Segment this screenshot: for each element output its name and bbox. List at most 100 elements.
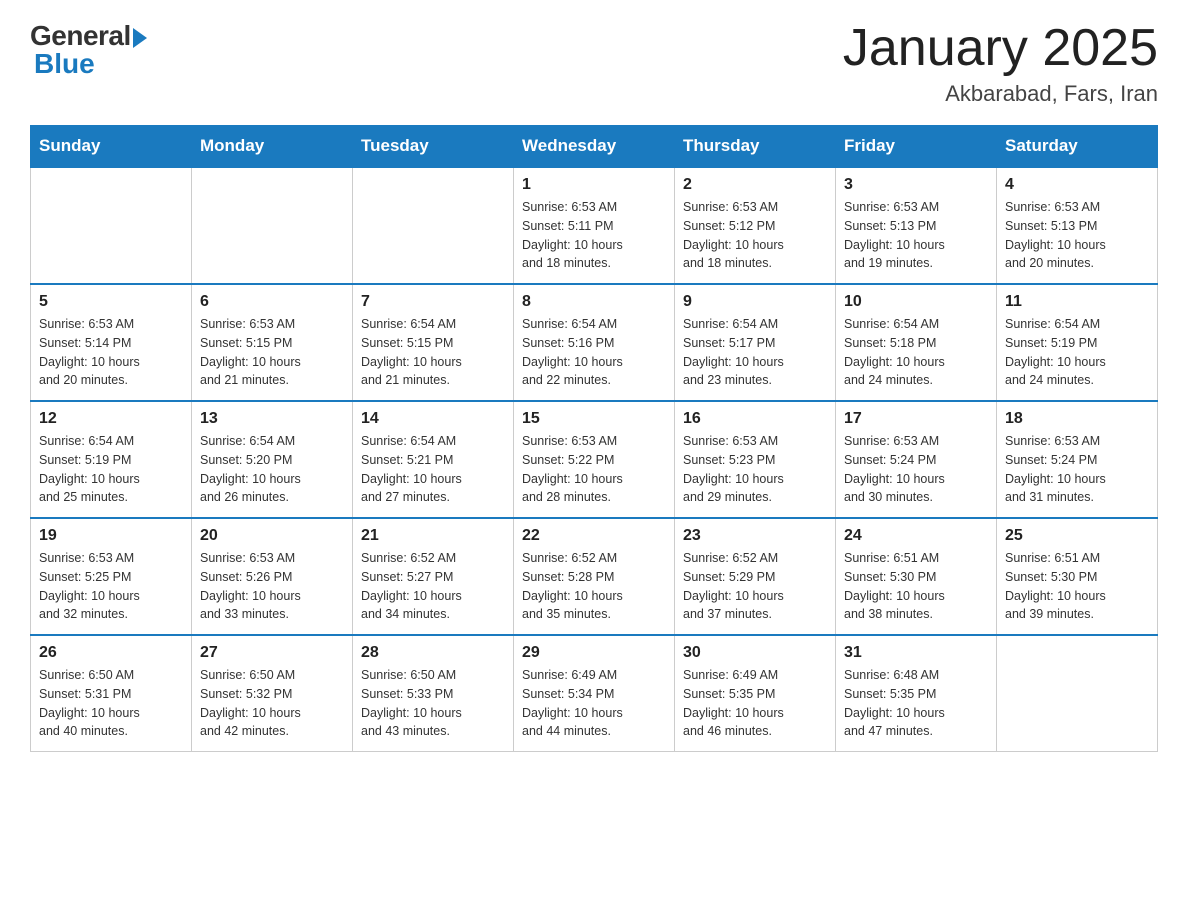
day-number: 2 [683,176,827,194]
calendar-cell: 2Sunrise: 6:53 AM Sunset: 5:12 PM Daylig… [675,167,836,284]
title-block: January 2025 Akbarabad, Fars, Iran [843,20,1158,107]
day-number: 4 [1005,176,1149,194]
week-row-5: 26Sunrise: 6:50 AM Sunset: 5:31 PM Dayli… [31,635,1158,752]
day-info: Sunrise: 6:54 AM Sunset: 5:21 PM Dayligh… [361,432,505,507]
logo-arrow-icon [133,28,147,48]
calendar-cell: 4 Sunrise: 6:53 AM Sunset: 5:13 PM Daylig… [997,167,1158,284]
day-number: 20 [200,527,344,545]
column-header-wednesday: Wednesday [514,126,675,168]
day-number: 6 [200,293,344,311]
day-number: 24 [844,527,988,545]
calendar-cell: 8Sunrise: 6:54 AM Sunset: 5:16 PM Daylig… [514,284,675,401]
calendar-cell: 12Sunrise: 6:54 AM Sunset: 5:19 PM Dayli… [31,401,192,518]
calendar-cell [997,635,1158,752]
day-info: Sunrise: 6:53 AM Sunset: 5:23 PM Dayligh… [683,432,827,507]
calendar-cell: 19 Sunrise: 6:53 AM Sunset: 5:25 PM Dayli… [31,518,192,635]
day-info: Sunrise: 6:54 AM Sunset: 5:19 PM Dayligh… [39,432,183,507]
calendar-cell: 9 Sunrise: 6:54 AM Sunset: 5:17 PM Daylig… [675,284,836,401]
day-number: 29 [522,644,666,662]
day-number: 28 [361,644,505,662]
day-number: 17 [844,410,988,428]
calendar-cell: 14 Sunrise: 6:54 AM Sunset: 5:21 PM Dayli… [353,401,514,518]
calendar-cell: 27 Sunrise: 6:50 AM Sunset: 5:32 PM Dayli… [192,635,353,752]
calendar-cell: 6 Sunrise: 6:53 AM Sunset: 5:15 PM Daylig… [192,284,353,401]
day-info: Sunrise: 6:52 AM Sunset: 5:28 PM Dayligh… [522,549,666,624]
calendar-cell: 24Sunrise: 6:51 AM Sunset: 5:30 PM Dayli… [836,518,997,635]
day-number: 27 [200,644,344,662]
calendar-cell: 30 Sunrise: 6:49 AM Sunset: 5:35 PM Dayli… [675,635,836,752]
calendar-cell: 1 Sunrise: 6:53 AM Sunset: 5:11 PM Daylig… [514,167,675,284]
location-text: Akbarabad, Fars, Iran [843,81,1158,107]
day-info: Sunrise: 6:50 AM Sunset: 5:33 PM Dayligh… [361,666,505,741]
day-number: 15 [522,410,666,428]
day-number: 30 [683,644,827,662]
calendar-cell: 29 Sunrise: 6:49 AM Sunset: 5:34 PM Dayli… [514,635,675,752]
day-number: 5 [39,293,183,311]
calendar-cell [31,167,192,284]
day-info: Sunrise: 6:49 AM Sunset: 5:35 PM Dayligh… [683,666,827,741]
calendar-cell: 15 Sunrise: 6:53 AM Sunset: 5:22 PM Dayli… [514,401,675,518]
day-number: 7 [361,293,505,311]
day-number: 21 [361,527,505,545]
day-info: Sunrise: 6:54 AM Sunset: 5:15 PM Dayligh… [361,315,505,390]
calendar-cell: 21 Sunrise: 6:52 AM Sunset: 5:27 PM Dayli… [353,518,514,635]
calendar-cell: 25 Sunrise: 6:51 AM Sunset: 5:30 PM Dayli… [997,518,1158,635]
logo-blue-text: Blue [34,48,95,80]
column-header-friday: Friday [836,126,997,168]
day-number: 31 [844,644,988,662]
day-number: 14 [361,410,505,428]
day-info: Sunrise: 6:53 AM Sunset: 5:26 PM Dayligh… [200,549,344,624]
calendar-cell: 26Sunrise: 6:50 AM Sunset: 5:31 PM Dayli… [31,635,192,752]
day-info: Sunrise: 6:54 AM Sunset: 5:17 PM Dayligh… [683,315,827,390]
calendar-cell: 7 Sunrise: 6:54 AM Sunset: 5:15 PM Daylig… [353,284,514,401]
calendar-cell: 31 Sunrise: 6:48 AM Sunset: 5:35 PM Dayli… [836,635,997,752]
day-number: 9 [683,293,827,311]
day-info: Sunrise: 6:53 AM Sunset: 5:13 PM Dayligh… [844,198,988,273]
day-number: 10 [844,293,988,311]
calendar-cell: 11Sunrise: 6:54 AM Sunset: 5:19 PM Dayli… [997,284,1158,401]
day-number: 13 [200,410,344,428]
calendar-cell: 5Sunrise: 6:53 AM Sunset: 5:14 PM Daylig… [31,284,192,401]
calendar-cell: 10Sunrise: 6:54 AM Sunset: 5:18 PM Dayli… [836,284,997,401]
calendar-header-row: SundayMondayTuesdayWednesdayThursdayFrid… [31,126,1158,168]
day-info: Sunrise: 6:49 AM Sunset: 5:34 PM Dayligh… [522,666,666,741]
calendar-table: SundayMondayTuesdayWednesdayThursdayFrid… [30,125,1158,752]
day-number: 8 [522,293,666,311]
day-info: Sunrise: 6:53 AM Sunset: 5:15 PM Dayligh… [200,315,344,390]
day-info: Sunrise: 6:51 AM Sunset: 5:30 PM Dayligh… [1005,549,1149,624]
day-info: Sunrise: 6:48 AM Sunset: 5:35 PM Dayligh… [844,666,988,741]
column-header-sunday: Sunday [31,126,192,168]
week-row-3: 12Sunrise: 6:54 AM Sunset: 5:19 PM Dayli… [31,401,1158,518]
day-info: Sunrise: 6:53 AM Sunset: 5:13 PM Dayligh… [1005,198,1149,273]
calendar-cell: 23 Sunrise: 6:52 AM Sunset: 5:29 PM Dayli… [675,518,836,635]
day-number: 23 [683,527,827,545]
day-info: Sunrise: 6:52 AM Sunset: 5:29 PM Dayligh… [683,549,827,624]
day-number: 26 [39,644,183,662]
week-row-2: 5Sunrise: 6:53 AM Sunset: 5:14 PM Daylig… [31,284,1158,401]
week-row-4: 19 Sunrise: 6:53 AM Sunset: 5:25 PM Dayli… [31,518,1158,635]
day-number: 25 [1005,527,1149,545]
day-number: 1 [522,176,666,194]
calendar-cell [192,167,353,284]
logo: General Blue [30,20,147,80]
calendar-cell [353,167,514,284]
column-header-thursday: Thursday [675,126,836,168]
column-header-tuesday: Tuesday [353,126,514,168]
day-number: 18 [1005,410,1149,428]
week-row-1: 1 Sunrise: 6:53 AM Sunset: 5:11 PM Daylig… [31,167,1158,284]
day-info: Sunrise: 6:53 AM Sunset: 5:25 PM Dayligh… [39,549,183,624]
day-info: Sunrise: 6:50 AM Sunset: 5:32 PM Dayligh… [200,666,344,741]
day-info: Sunrise: 6:52 AM Sunset: 5:27 PM Dayligh… [361,549,505,624]
day-info: Sunrise: 6:53 AM Sunset: 5:22 PM Dayligh… [522,432,666,507]
calendar-cell: 18 Sunrise: 6:53 AM Sunset: 5:24 PM Dayli… [997,401,1158,518]
day-number: 19 [39,527,183,545]
calendar-cell: 28 Sunrise: 6:50 AM Sunset: 5:33 PM Dayli… [353,635,514,752]
day-number: 3 [844,176,988,194]
day-number: 16 [683,410,827,428]
column-header-saturday: Saturday [997,126,1158,168]
calendar-cell: 3 Sunrise: 6:53 AM Sunset: 5:13 PM Daylig… [836,167,997,284]
month-title: January 2025 [843,20,1158,77]
day-info: Sunrise: 6:53 AM Sunset: 5:24 PM Dayligh… [1005,432,1149,507]
page-header: General Blue January 2025 Akbarabad, Far… [30,20,1158,107]
day-info: Sunrise: 6:53 AM Sunset: 5:11 PM Dayligh… [522,198,666,273]
